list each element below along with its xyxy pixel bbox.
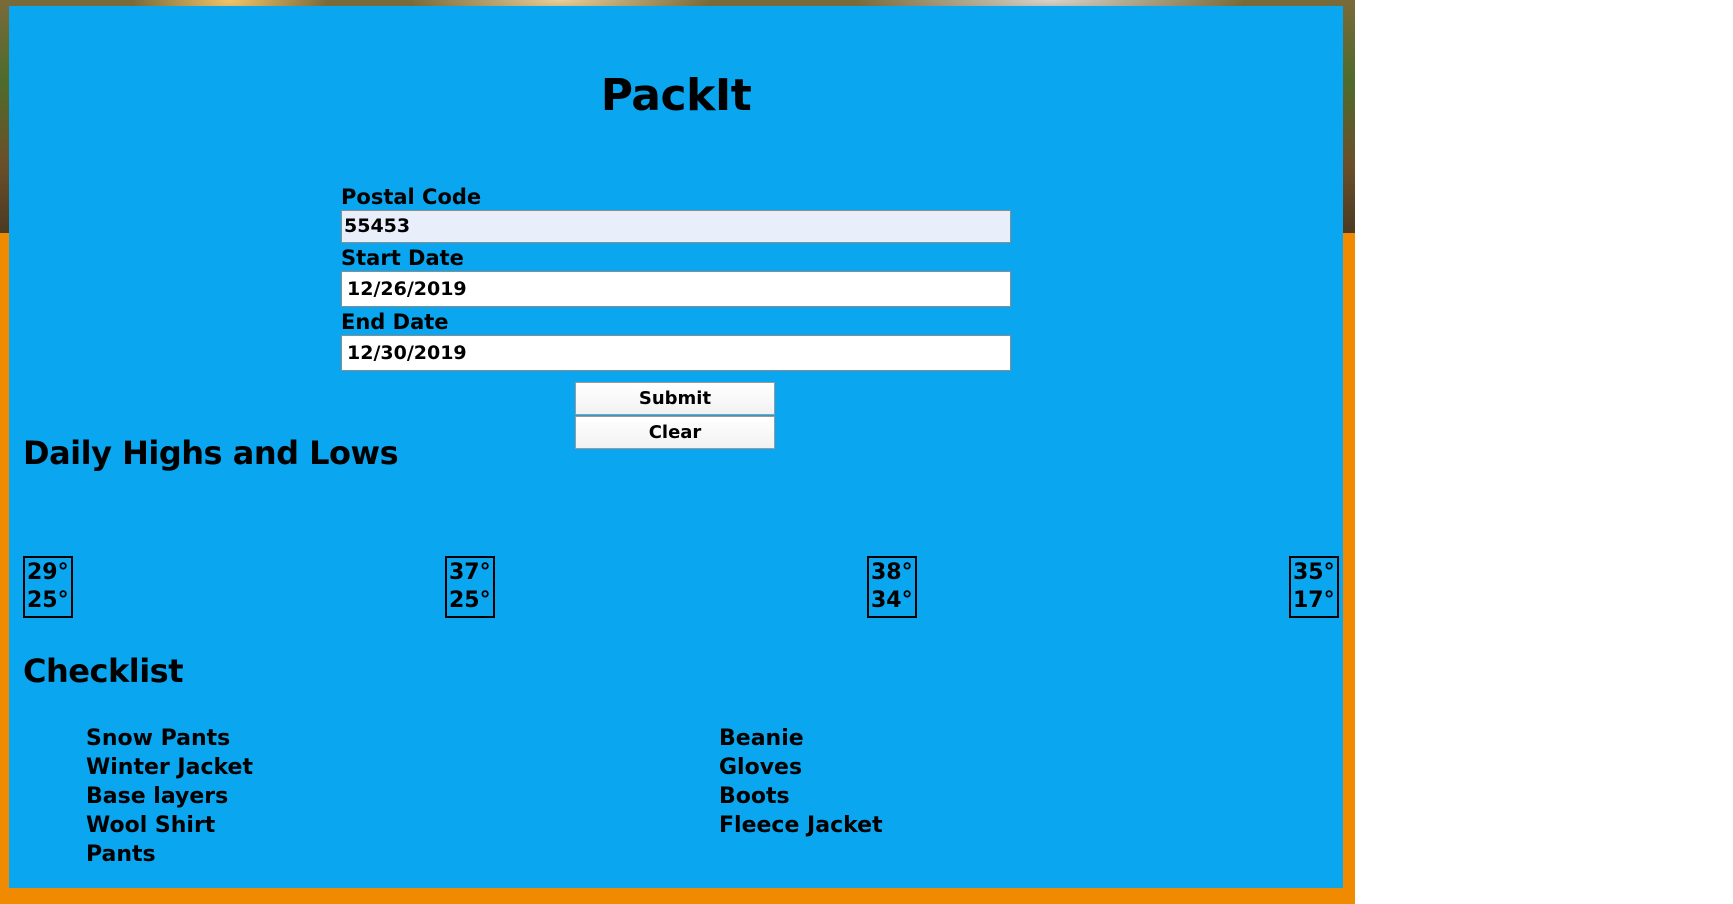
trip-form: Postal Code 55453 Start Date 12/26/2019 …	[341, 184, 1011, 373]
high-temp: 29°	[27, 560, 69, 585]
low-temp: 34°	[871, 588, 913, 613]
high-temp: 38°	[871, 560, 913, 585]
low-temp: 25°	[449, 588, 491, 613]
forecast-heading: Daily Highs and Lows	[23, 434, 399, 472]
start-date-input[interactable]: 12/26/2019	[341, 271, 1011, 307]
submit-button[interactable]: Submit	[575, 382, 775, 415]
list-item: Boots	[719, 784, 790, 809]
postal-code-input[interactable]: 55453	[341, 210, 1011, 243]
list-item: Winter Jacket	[86, 755, 253, 780]
high-temp: 35°	[1293, 560, 1335, 585]
form-buttons: Submit Clear	[575, 382, 775, 450]
end-date-label: End Date	[341, 310, 449, 334]
low-temp: 25°	[27, 588, 69, 613]
checklist-right-column: Beanie Gloves Boots Fleece Jacket	[719, 724, 883, 840]
list-item: Snow Pants	[86, 726, 231, 751]
high-temp: 37°	[449, 560, 491, 585]
list-item: Pants	[86, 842, 156, 867]
list-item: Wool Shirt	[86, 813, 216, 838]
low-temp: 17°	[1293, 588, 1335, 613]
day-temp-box: 37° 25°	[445, 556, 495, 618]
daily-temperatures: 29° 25° 37° 25° 38° 34° 35° 17°	[23, 556, 1339, 618]
day-temp-box: 35° 17°	[1289, 556, 1339, 618]
list-item: Base layers	[86, 784, 229, 809]
checklist-heading: Checklist	[23, 652, 184, 690]
list-item: Beanie	[719, 726, 804, 751]
day-temp-box: 29° 25°	[23, 556, 73, 618]
list-item: Fleece Jacket	[719, 813, 883, 838]
checklist-left-column: Snow Pants Winter Jacket Base layers Woo…	[86, 724, 253, 869]
day-temp-box: 38° 34°	[867, 556, 917, 618]
main-panel: PackIt Postal Code 55453 Start Date 12/2…	[9, 6, 1343, 888]
start-date-label: Start Date	[341, 246, 464, 270]
clear-button[interactable]: Clear	[575, 416, 775, 449]
postal-code-label: Postal Code	[341, 185, 482, 209]
end-date-input[interactable]: 12/30/2019	[341, 335, 1011, 371]
app-title: PackIt	[600, 70, 752, 121]
list-item: Gloves	[719, 755, 803, 780]
